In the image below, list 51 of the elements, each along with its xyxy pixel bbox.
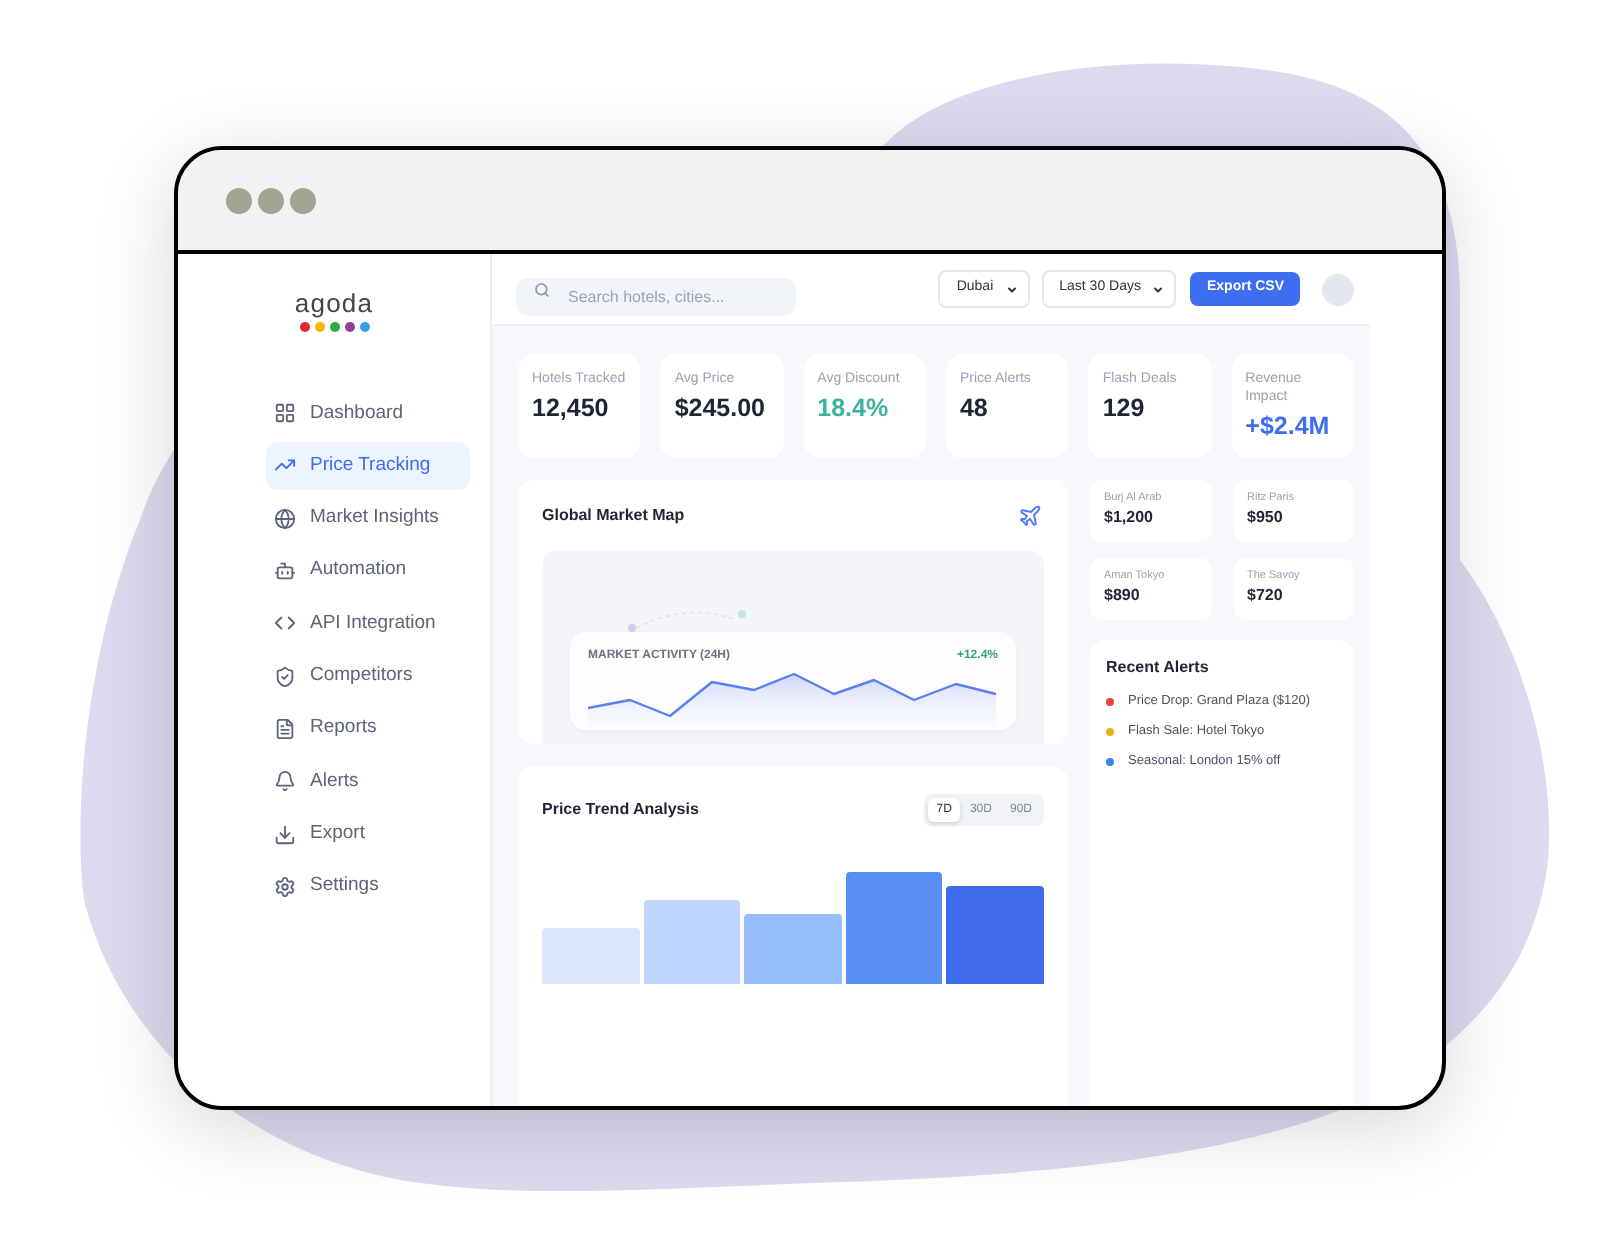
settings-icon bbox=[274, 875, 296, 898]
bell-icon bbox=[274, 770, 296, 793]
chevron-down-icon bbox=[1005, 283, 1018, 295]
robot-icon bbox=[274, 560, 296, 583]
hotel-price: $890 bbox=[1104, 586, 1142, 606]
window-control-icon[interactable] bbox=[290, 187, 316, 213]
code-icon bbox=[274, 612, 296, 635]
hotel-price: $720 bbox=[1247, 586, 1285, 606]
sidebar-item[interactable]: Alerts bbox=[266, 758, 470, 805]
sidebar-item[interactable]: Export bbox=[266, 810, 470, 858]
chart-bar bbox=[542, 928, 640, 984]
card-title: Price Trend Analysis bbox=[542, 798, 699, 822]
stat-value: 48 bbox=[959, 394, 990, 424]
sidebar-item[interactable]: Market Insights bbox=[266, 495, 470, 542]
shield-check-icon bbox=[274, 665, 296, 688]
sidebar-item[interactable]: Competitors bbox=[266, 652, 470, 700]
stat-value: 129 bbox=[1102, 394, 1147, 424]
route-line bbox=[635, 611, 737, 629]
stat-value: 18.4% bbox=[817, 394, 891, 424]
sidebar-item[interactable]: Automation bbox=[266, 547, 470, 595]
window-control-icon[interactable] bbox=[258, 187, 284, 213]
search-icon bbox=[534, 281, 550, 297]
document-icon bbox=[274, 717, 296, 740]
card-title: Recent Alerts bbox=[1106, 658, 1211, 678]
map-dot bbox=[628, 624, 636, 632]
chart-bar bbox=[643, 900, 741, 984]
grid-icon bbox=[274, 402, 296, 425]
stat-value: 12,450 bbox=[532, 394, 611, 424]
sidebar-item[interactable]: Reports bbox=[266, 705, 470, 753]
window-control-icon[interactable] bbox=[226, 187, 252, 213]
sidebar-item[interactable]: Price Tracking bbox=[266, 442, 470, 490]
card-title: Global Market Map bbox=[542, 504, 685, 528]
search-field[interactable]: Search hotels, cities... bbox=[516, 278, 796, 316]
globe-icon bbox=[274, 507, 296, 530]
stat-value: +$2.4M bbox=[1245, 412, 1332, 442]
chart-bar bbox=[744, 914, 842, 984]
download-icon bbox=[274, 823, 296, 846]
logo-text: agoda bbox=[294, 290, 374, 316]
hotel-price: $950 bbox=[1247, 508, 1285, 528]
sidebar-item[interactable]: Settings bbox=[266, 863, 470, 910]
user-avatar[interactable] bbox=[1322, 273, 1354, 305]
chart-bar bbox=[845, 872, 943, 984]
chevron-down-icon bbox=[1152, 283, 1165, 295]
logo-dots-drawing bbox=[299, 322, 369, 332]
airplane-icon[interactable] bbox=[1018, 504, 1042, 528]
hotel-price: $1,200 bbox=[1104, 508, 1155, 528]
chart-bar bbox=[946, 886, 1044, 984]
sidebar-item[interactable]: Dashboard bbox=[266, 390, 470, 437]
sidebar-item[interactable]: API Integration bbox=[266, 600, 470, 647]
map-dot bbox=[738, 610, 746, 618]
stat-value: $245.00 bbox=[674, 394, 768, 424]
